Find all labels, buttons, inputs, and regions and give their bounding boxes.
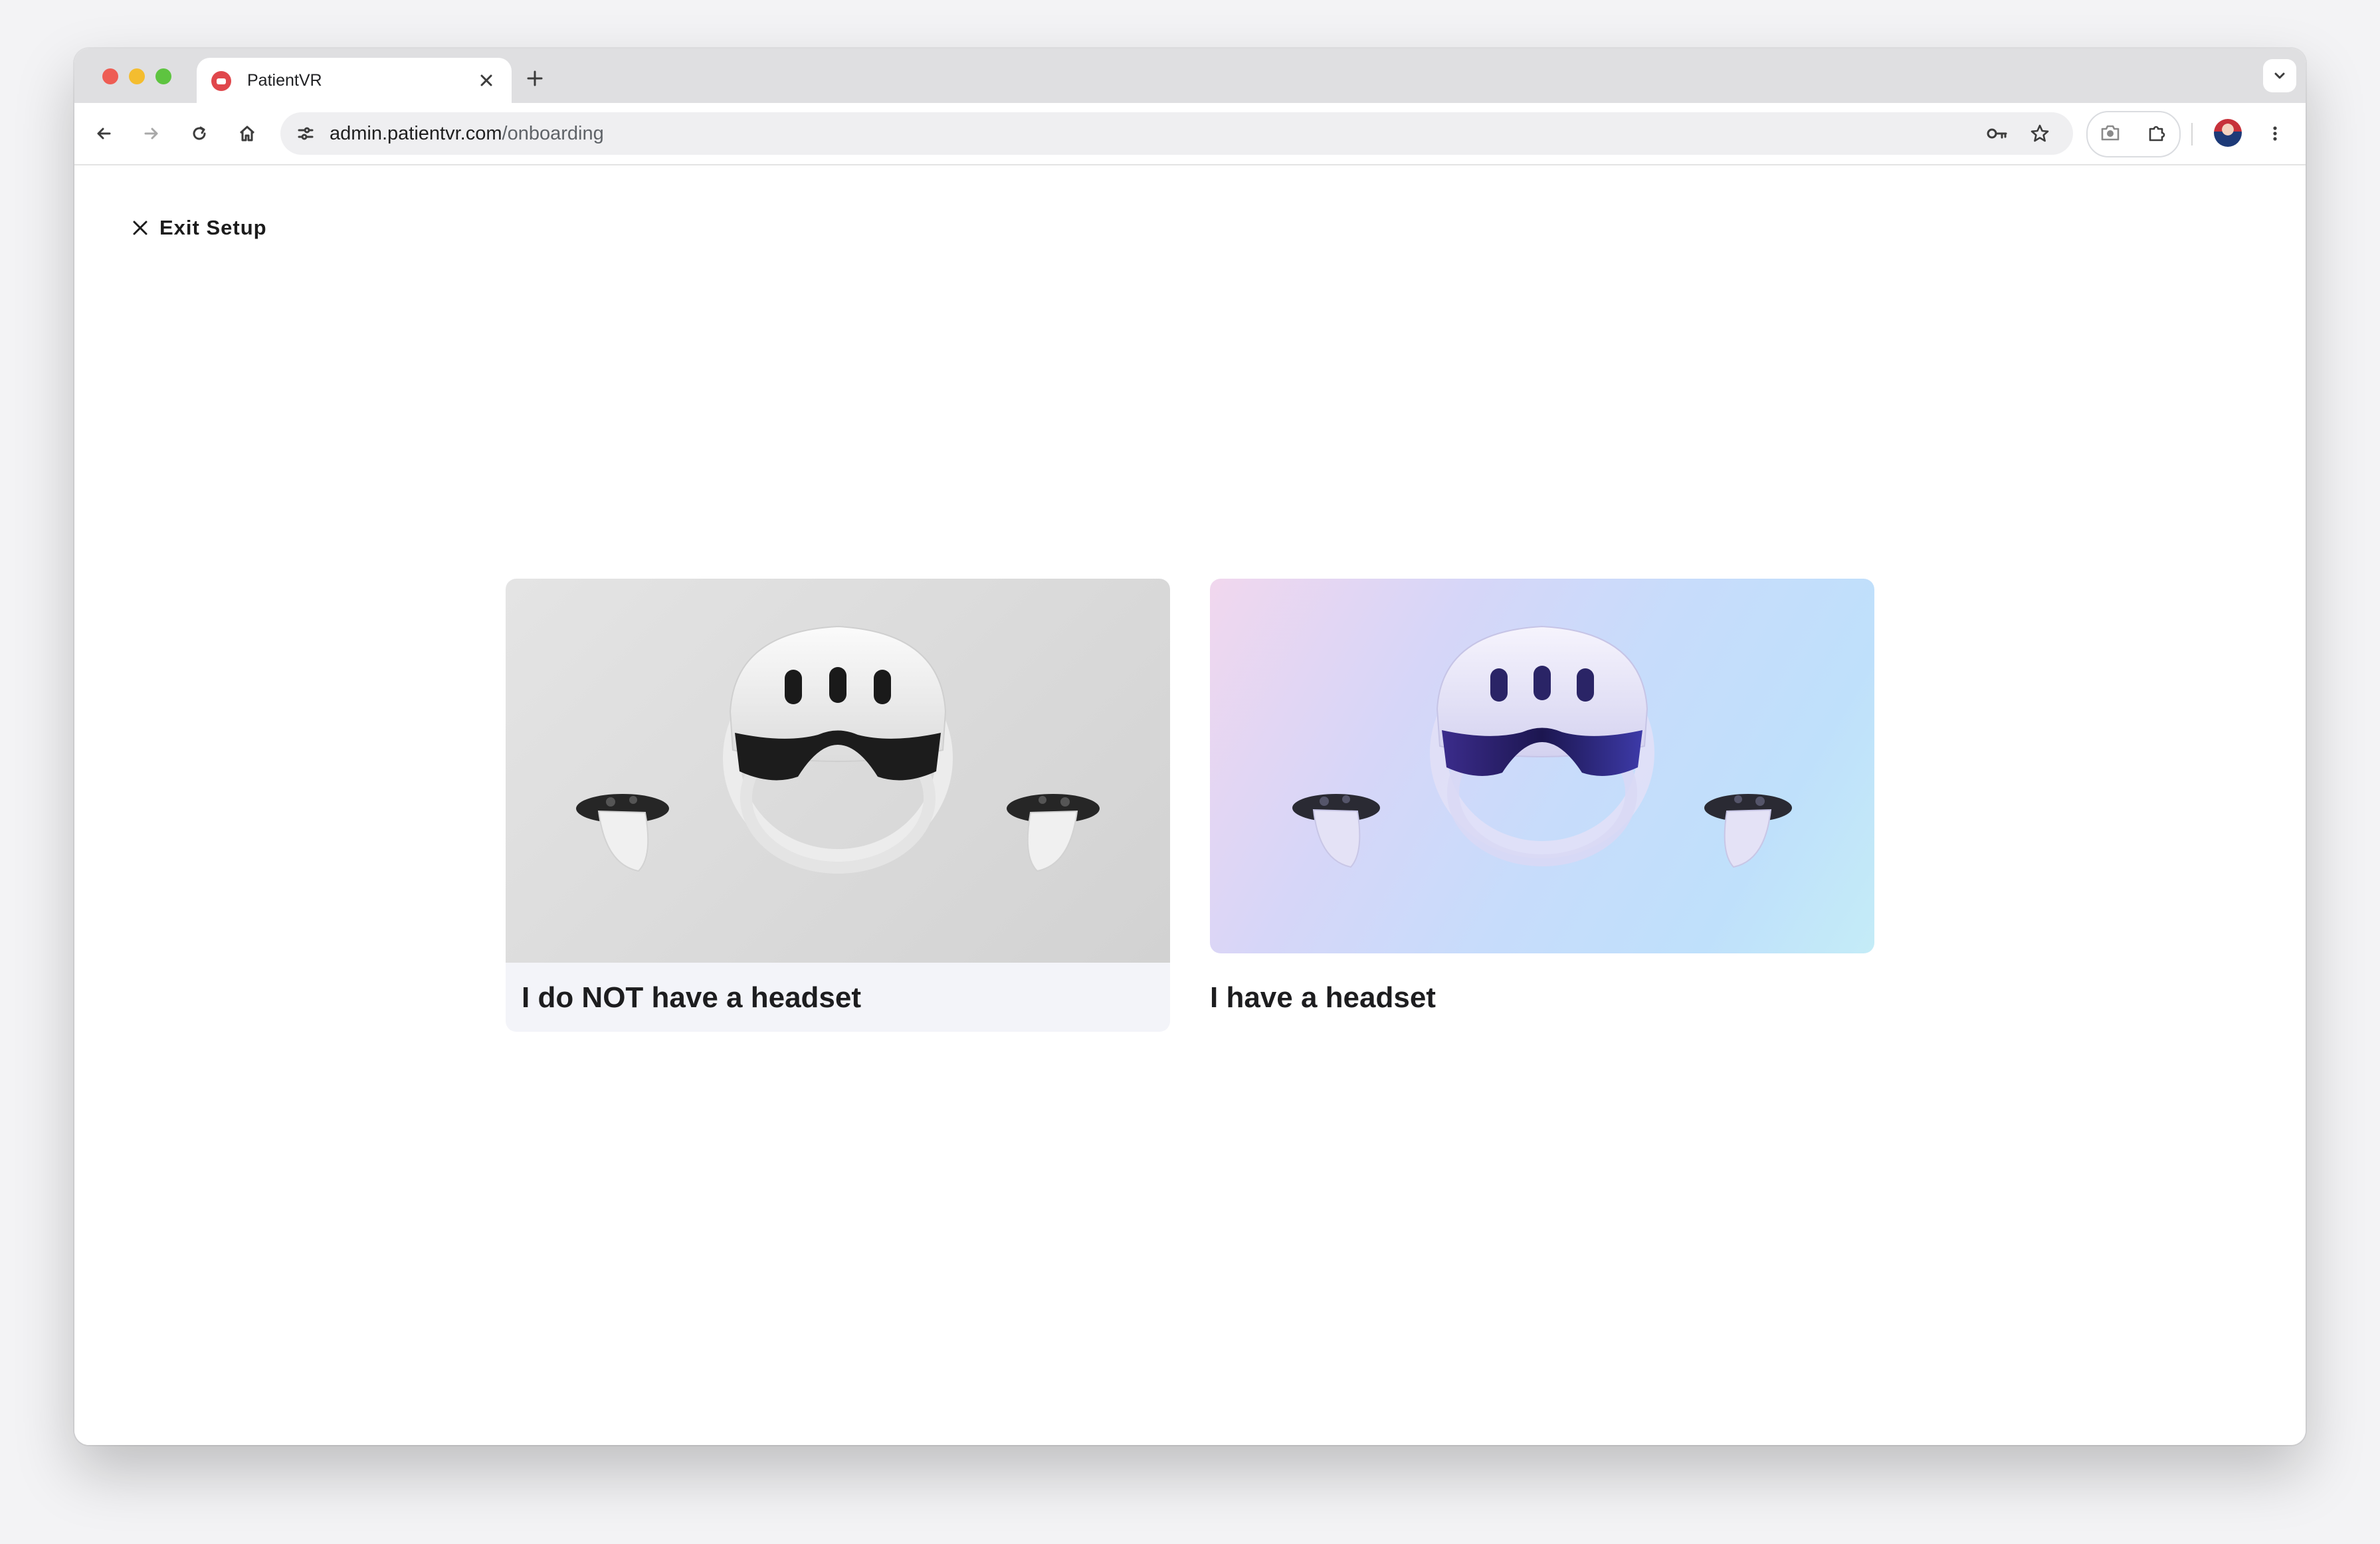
chevron-down-icon[interactable] [2263, 59, 2296, 92]
vr-headset-image [1210, 579, 1874, 953]
minimize-window-button[interactable] [129, 68, 145, 84]
url-host: admin.patientvr.com [330, 123, 502, 144]
close-icon[interactable] [473, 67, 500, 94]
onboarding-page: Exit Setup I do NOT have a headset I hav… [74, 165, 2306, 1445]
vr-headset-image [506, 579, 1170, 963]
site-settings-icon[interactable] [290, 118, 322, 149]
back-arrow-icon[interactable] [88, 118, 120, 149]
toolbar-divider [2191, 123, 2193, 145]
home-icon[interactable] [231, 118, 263, 149]
option-no-headset-card[interactable]: I do NOT have a headset [506, 579, 1170, 1032]
tab-strip: PatientVR [74, 48, 2306, 103]
exit-setup-button[interactable]: Exit Setup [129, 212, 267, 244]
exit-setup-label: Exit Setup [159, 216, 267, 239]
patientvr-logo-icon [211, 71, 231, 91]
reload-icon[interactable] [183, 118, 215, 149]
option-no-headset-label: I do NOT have a headset [522, 981, 862, 1014]
tab-patientvr[interactable]: PatientVR [197, 58, 512, 103]
extensions-puzzle-icon[interactable] [2141, 117, 2173, 149]
more-vert-icon[interactable] [2259, 118, 2291, 149]
url-path: /onboarding [502, 123, 604, 144]
maximize-window-button[interactable] [155, 68, 171, 84]
option-have-headset-card[interactable]: I have a headset [1210, 579, 1874, 1032]
close-icon [129, 217, 151, 239]
option-have-headset-label: I have a headset [1210, 981, 1436, 1014]
extensions-group [2086, 111, 2181, 157]
browser-window: PatientVR admin.patientvr.com/onboarding… [74, 48, 2306, 1445]
profile-avatar[interactable] [2214, 119, 2242, 147]
close-window-button[interactable] [102, 68, 118, 84]
address-bar[interactable]: admin.patientvr.com/onboarding [280, 112, 2073, 155]
password-key-icon[interactable] [1981, 118, 2013, 149]
plus-icon[interactable] [520, 63, 550, 94]
url-text: admin.patientvr.com/onboarding [330, 123, 604, 145]
bookmark-star-icon[interactable] [2024, 118, 2056, 149]
screenshot-camera-icon[interactable] [2094, 117, 2126, 149]
tab-title: PatientVR [247, 71, 322, 90]
browser-toolbar: admin.patientvr.com/onboarding [74, 103, 2306, 165]
forward-arrow-icon[interactable] [136, 118, 167, 149]
